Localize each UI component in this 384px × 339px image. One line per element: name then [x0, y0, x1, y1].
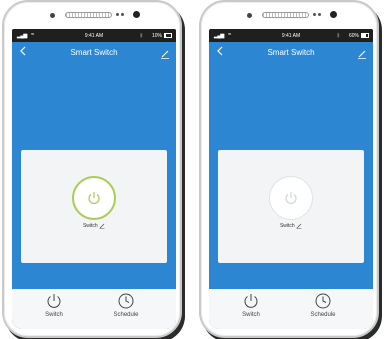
- sensor-dot: [318, 13, 321, 16]
- tab-schedule[interactable]: Schedule: [96, 292, 156, 318]
- front-camera: [50, 13, 55, 18]
- battery-percent: 10%: [151, 33, 162, 39]
- power-icon: [47, 294, 61, 308]
- proximity-sensor: [133, 11, 140, 18]
- pencil-icon: [358, 50, 366, 59]
- tab-schedule-label: Schedule: [310, 312, 336, 318]
- device-card: Switch: [218, 150, 364, 263]
- pencil-icon[interactable]: [296, 223, 302, 229]
- bottom-tab-bar: Switch Schedule: [12, 289, 176, 329]
- page-title: Smart Switch: [70, 48, 118, 57]
- power-icon: [244, 294, 258, 308]
- edit-button[interactable]: [160, 46, 172, 59]
- sensor-dot: [116, 13, 119, 16]
- phone-frame-on: ▂▄▆ ≈ 9:41 AM ᛒ 10% Smart Switch Switch …: [2, 0, 182, 338]
- tab-schedule-label: Schedule: [113, 312, 139, 318]
- device-card: Switch: [21, 150, 167, 263]
- pencil-icon: [161, 50, 169, 59]
- phone-frame-off: ▂▄▆ ≈ 9:41 AM ᛒ 60% Smart Switch Switch …: [199, 0, 379, 338]
- earpiece-speaker: [65, 12, 112, 18]
- battery-percent: 60%: [348, 33, 359, 39]
- status-bar: ▂▄▆ ≈ 9:41 AM ᛒ 60%: [209, 29, 373, 42]
- power-toggle-button[interactable]: [269, 176, 313, 220]
- proximity-sensor: [330, 11, 337, 18]
- device-name-label: Switch: [82, 223, 98, 229]
- device-label-row: Switch: [218, 223, 364, 229]
- battery-icon: [361, 33, 369, 38]
- tab-switch[interactable]: Switch: [221, 292, 281, 318]
- sensor-dot: [121, 13, 124, 16]
- device-label-row: Switch: [21, 223, 167, 229]
- power-icon: [88, 192, 100, 205]
- front-camera: [247, 13, 252, 18]
- nav-bar: Smart Switch: [12, 42, 176, 62]
- tab-switch-label: Switch: [242, 312, 260, 318]
- bluetooth-icon: ᛒ: [139, 33, 143, 39]
- tab-schedule[interactable]: Schedule: [293, 292, 353, 318]
- earpiece-speaker: [262, 12, 309, 18]
- power-icon: [285, 192, 297, 205]
- page-title: Smart Switch: [267, 48, 315, 57]
- power-toggle-button[interactable]: [72, 176, 116, 220]
- clock-icon: [315, 293, 331, 309]
- sensor-dot: [313, 13, 316, 16]
- tab-switch[interactable]: Switch: [24, 292, 84, 318]
- clock-icon: [118, 293, 134, 309]
- edit-button[interactable]: [357, 46, 369, 59]
- status-bar: ▂▄▆ ≈ 9:41 AM ᛒ 10%: [12, 29, 176, 42]
- app-screen: ▂▄▆ ≈ 9:41 AM ᛒ 10% Smart Switch Switch …: [12, 29, 176, 329]
- bottom-tab-bar: Switch Schedule: [209, 289, 373, 329]
- device-name-label: Switch: [279, 223, 295, 229]
- app-screen: ▂▄▆ ≈ 9:41 AM ᛒ 60% Smart Switch Switch …: [209, 29, 373, 329]
- tab-switch-label: Switch: [45, 312, 63, 318]
- nav-bar: Smart Switch: [209, 42, 373, 62]
- battery-icon: [164, 33, 172, 38]
- pencil-icon[interactable]: [99, 223, 105, 229]
- bluetooth-icon: ᛒ: [336, 33, 340, 39]
